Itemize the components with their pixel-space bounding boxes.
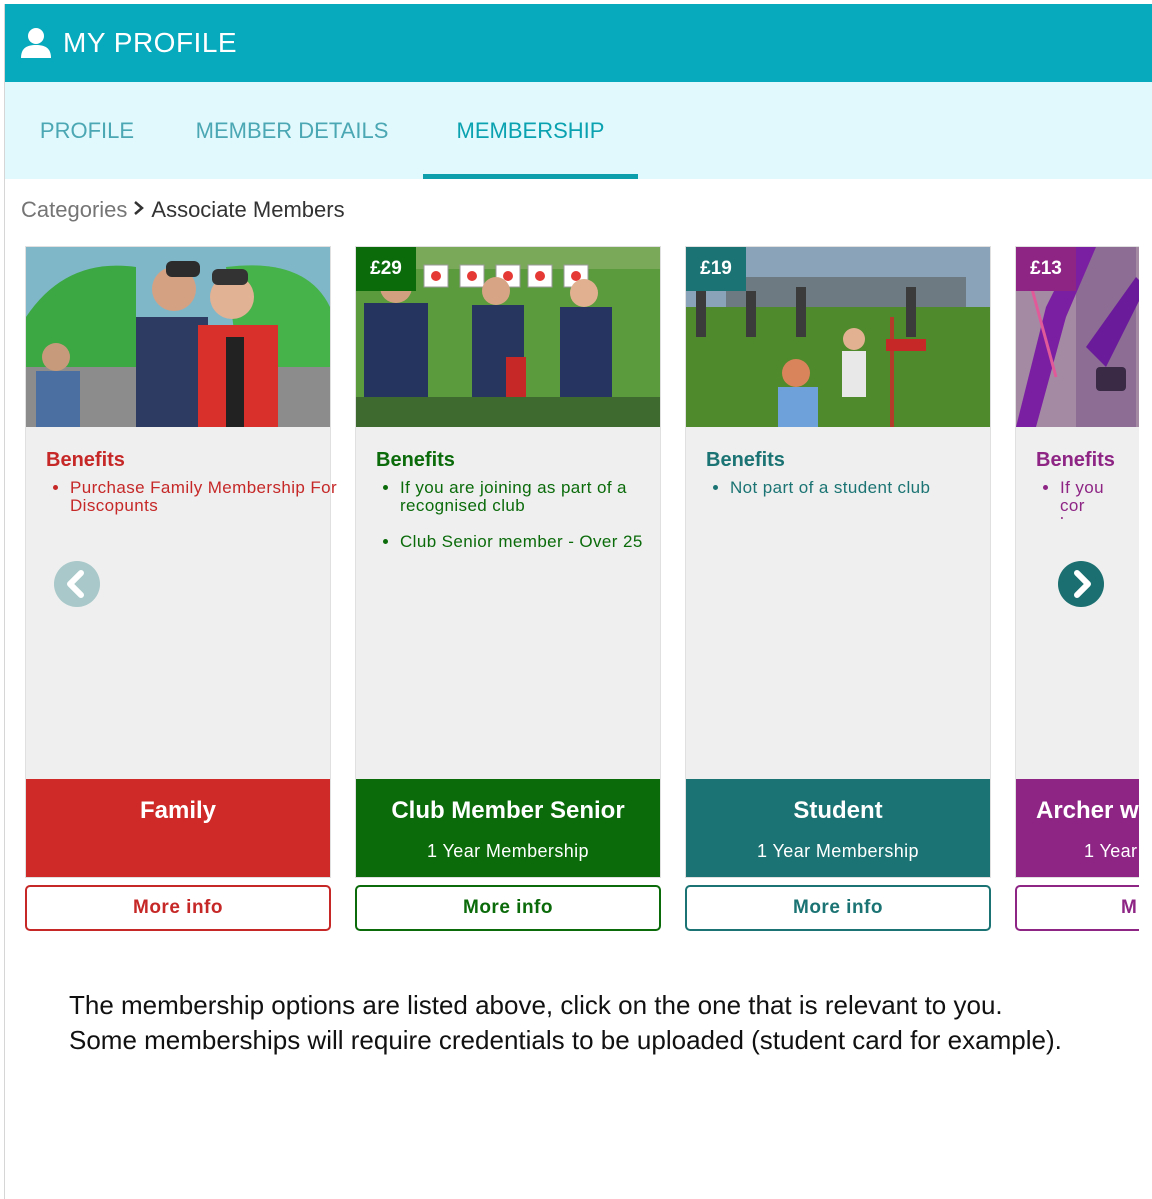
- price-badge: £19: [686, 247, 746, 291]
- card-term: 1 Year: [1084, 841, 1138, 861]
- tab-member-details[interactable]: MEMBER DETAILS: [187, 82, 397, 179]
- benefit-item: Club Senior member - Over 25: [400, 533, 670, 551]
- benefits-list: If you cor have a di: [1036, 479, 1139, 519]
- card-name-bar: Family: [26, 779, 330, 877]
- card-term: 1 Year Membership: [427, 841, 589, 861]
- tab-bar: PROFILE MEMBER DETAILS MEMBERSHIP: [5, 82, 1152, 179]
- benefits-title: Benefits: [376, 449, 455, 471]
- profile-window: MY PROFILE PROFILE MEMBER DETAILS MEMBER…: [4, 4, 1152, 1199]
- more-info-button-family[interactable]: More info: [25, 885, 331, 931]
- benefit-item: If you are joining as part of a recognis…: [400, 479, 670, 515]
- tab-label: MEMBERSHIP: [456, 117, 605, 143]
- carousel-next-button[interactable]: [1057, 560, 1105, 608]
- tab-membership[interactable]: MEMBERSHIP: [423, 82, 638, 179]
- tab-label: MEMBER DETAILS: [195, 117, 389, 143]
- header-bar: MY PROFILE: [5, 4, 1152, 82]
- active-tab-indicator: [423, 174, 638, 179]
- membership-carousel: Benefits Purchase Family Membership For …: [5, 246, 1139, 946]
- breadcrumb: Categories Associate Members: [21, 197, 345, 223]
- card-name-bar: Archer wi 1 Year: [1016, 779, 1139, 877]
- card-name: Student: [793, 797, 883, 824]
- carousel-prev-button[interactable]: [53, 560, 101, 608]
- benefits-title: Benefits: [1036, 449, 1115, 471]
- more-info-button-student[interactable]: More info: [685, 885, 991, 931]
- benefits-list: Not part of a student club: [706, 479, 1000, 515]
- card-name-bar: Club Member Senior 1 Year Membership: [356, 779, 660, 877]
- benefits-list: Purchase Family Membership For Discopunt…: [46, 479, 340, 533]
- membership-card-student[interactable]: £19 Benefits Not part of a student club …: [685, 246, 991, 878]
- benefit-item: Purchase Family Membership For Discopunt…: [70, 479, 340, 515]
- price-badge: £29: [356, 247, 416, 291]
- benefit-item: Not part of a student club: [730, 479, 1000, 497]
- chevron-left-icon: [54, 561, 100, 607]
- user-icon: [19, 26, 53, 60]
- more-info-button-archer[interactable]: M: [1015, 885, 1139, 931]
- price-badge: £13: [1016, 247, 1076, 291]
- chevron-right-icon: [1058, 561, 1104, 607]
- card-name: Family: [139, 797, 217, 824]
- card-name: Club Member Senior: [391, 797, 625, 824]
- card-term: 1 Year Membership: [757, 841, 919, 861]
- benefit-item: If you cor have a di: [1060, 479, 1126, 519]
- card-name-bar: Student 1 Year Membership: [686, 779, 990, 877]
- benefits-title: Benefits: [46, 449, 125, 471]
- breadcrumb-root[interactable]: Categories: [21, 197, 127, 223]
- page-title: MY PROFILE: [63, 27, 238, 58]
- tab-label: PROFILE: [39, 117, 135, 143]
- card-photo: [26, 247, 330, 427]
- benefits-title: Benefits: [706, 449, 785, 471]
- card-name: Archer wi: [1036, 797, 1139, 824]
- instructions-text: The membership options are listed above,…: [69, 990, 1062, 1055]
- membership-card-club-member-senior[interactable]: £29 Benefits If you are joining as part …: [355, 246, 661, 878]
- tab-profile[interactable]: PROFILE: [27, 82, 147, 179]
- benefits-list: If you are joining as part of a recognis…: [376, 479, 670, 569]
- chevron-right-icon: [133, 199, 145, 222]
- breadcrumb-current: Associate Members: [151, 197, 345, 222]
- more-info-button-club-member-senior[interactable]: More info: [355, 885, 661, 931]
